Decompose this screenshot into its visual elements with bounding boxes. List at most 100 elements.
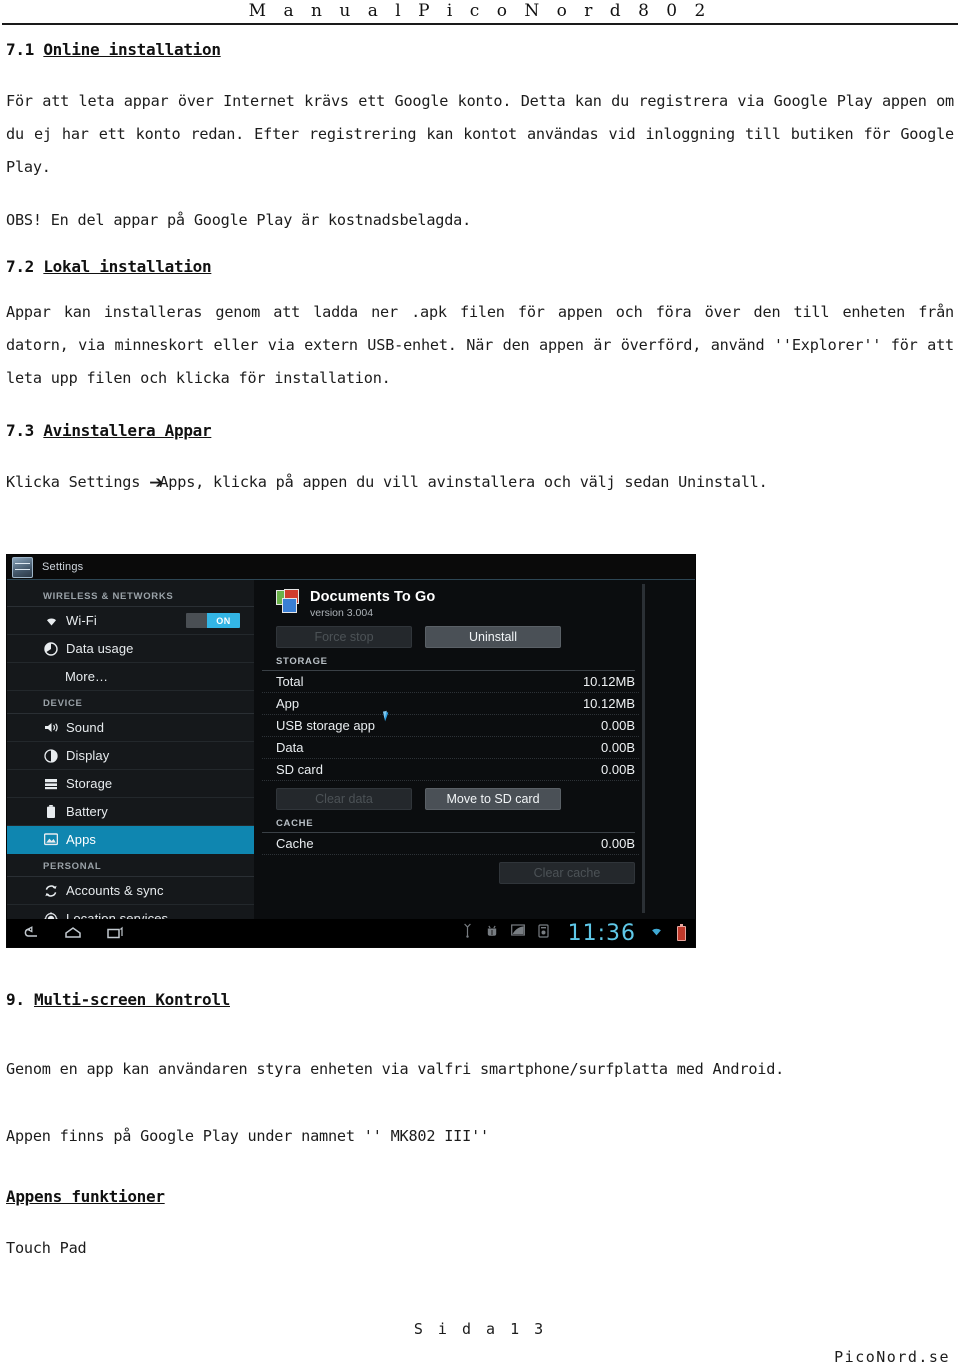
storage-row-total-value: 10.12MB — [582, 674, 635, 689]
sidebar-item-apps[interactable]: Apps — [7, 826, 254, 854]
storage-row-app-value: 10.12MB — [582, 696, 635, 711]
app-detail-pane: Documents To Go version 3.004 Force stop… — [254, 580, 695, 919]
storage-row-usb-key: USB storage app — [276, 718, 376, 733]
android-navigation-bar: 11:36 — [7, 919, 695, 947]
uninstall-button[interactable]: Uninstall — [425, 626, 561, 648]
wifi-status-icon — [649, 924, 664, 942]
settings-sliders-icon — [12, 556, 33, 578]
documents-to-go-icon — [276, 589, 301, 613]
wifi-icon — [43, 615, 59, 627]
storage-row-total-key: Total — [276, 674, 304, 689]
sidebar-item-more-label: More… — [65, 669, 109, 684]
sidebar-item-storage-label: Storage — [66, 776, 113, 791]
heading-9-title: Multi-screen Kontroll — [34, 990, 230, 1009]
storage-section-label: STORAGE — [262, 648, 635, 671]
storage-row-sdcard-value: 0.00B — [601, 762, 635, 777]
sound-icon — [43, 721, 59, 734]
back-icon[interactable] — [21, 925, 41, 941]
sidebar-item-wifi-label: Wi-Fi — [66, 613, 97, 628]
apps-icon — [43, 833, 59, 846]
heading-7-3-title: Avinstallera Appar — [43, 421, 212, 440]
app-version: version 3.004 — [310, 607, 374, 619]
paragraph-9-appname: Appen finns på Google Play under namnet … — [6, 1127, 489, 1145]
storage-row-data-value: 0.00B — [601, 740, 635, 755]
cache-row-value: 0.00B — [601, 836, 635, 851]
storage-row-total: Total 10.12MB — [262, 671, 639, 693]
sidebar-item-battery-label: Battery — [66, 804, 108, 819]
heading-7-1-number: 7.1 — [6, 40, 44, 59]
home-icon[interactable] — [63, 925, 83, 941]
paragraph-7-3-body: Klicka Settings ➔Apps, klicka på appen d… — [6, 466, 954, 499]
sidebar-item-accounts-sync-label: Accounts & sync — [66, 883, 164, 898]
sidebar-item-battery[interactable]: Battery — [7, 798, 254, 826]
usb-icon — [462, 923, 473, 943]
clear-cache-button[interactable]: Clear cache — [499, 862, 635, 884]
sidebar-group-device: DEVICE — [7, 691, 254, 714]
sidebar-item-more[interactable]: More… — [7, 663, 254, 691]
mid-button-row: Clear data Move to SD card — [262, 781, 639, 810]
heading-7-2-number: 7.2 — [6, 257, 44, 276]
paragraph-7-2-body: Appar kan installeras genom att ladda ne… — [6, 303, 954, 387]
cache-row-key: Cache — [276, 836, 314, 851]
storage-icon — [43, 778, 59, 790]
heading-7-2-title: Lokal installation — [43, 257, 212, 276]
sidebar-group-wireless: WIRELESS & NETWORKS — [7, 584, 254, 607]
paragraph-7-1-note: OBS! En del appar på Google Play är kost… — [6, 211, 472, 229]
heading-7-3-number: 7.3 — [6, 421, 44, 440]
toggle-on-label: ON — [207, 613, 240, 628]
wifi-toggle[interactable]: ON — [186, 613, 240, 628]
heading-7-2: 7.2 Lokal installation — [6, 257, 954, 276]
data-usage-icon — [43, 641, 59, 656]
heading-9-number: 9. — [6, 990, 34, 1009]
screenshot-titlebar: Settings — [7, 555, 695, 579]
screenshot-body: WIRELESS & NETWORKS Wi-Fi ON Data usage … — [7, 580, 695, 933]
force-stop-button[interactable]: Force stop — [276, 626, 412, 648]
recent-apps-icon[interactable] — [105, 925, 125, 941]
app-header: Documents To Go version 3.004 — [262, 580, 639, 619]
detail-scrollbar[interactable] — [642, 584, 645, 913]
storage-row-app: App 10.12MB — [262, 693, 639, 715]
screenshot-title-label: Settings — [42, 561, 84, 573]
page-number: S i d a 1 3 — [413, 1320, 547, 1338]
battery-status-icon — [677, 923, 686, 941]
heading-7-1-title: Online installation — [43, 40, 221, 59]
document-body-lower: 9. Multi-screen Kontroll Genom en app ka… — [6, 990, 954, 1265]
display-icon — [43, 748, 59, 763]
sidebar-item-storage[interactable]: Storage — [7, 770, 254, 798]
storage-row-usb-value: 0.00B — [601, 718, 635, 733]
sidebar-item-sound-label: Sound — [66, 720, 105, 735]
status-clock: 11:36 — [567, 920, 636, 946]
sidebar-item-wifi[interactable]: Wi-Fi ON — [7, 607, 254, 635]
settings-sidebar: WIRELESS & NETWORKS Wi-Fi ON Data usage … — [7, 580, 254, 933]
paragraph-7-1-intro: För att leta appar över Internet krävs e… — [6, 92, 954, 176]
sidebar-item-data-usage-label: Data usage — [66, 641, 134, 656]
heading-7-1: 7.1 Online installation — [6, 40, 954, 59]
paragraph-touch-pad: Touch Pad — [6, 1239, 87, 1257]
heading-9: 9. Multi-screen Kontroll — [6, 990, 954, 1009]
storage-row-usb: USB storage app 0.00B — [262, 715, 639, 737]
adb-icon — [486, 923, 498, 943]
sidebar-item-accounts-sync[interactable]: Accounts & sync — [7, 877, 254, 905]
status-icons: 11:36 — [462, 921, 686, 946]
paragraph-9-intro: Genom en app kan användaren styra enhete… — [6, 1060, 785, 1078]
document-body: 7.1 Online installation För att leta app… — [6, 40, 954, 499]
paragraph-7-3-after: Apps, klicka på appen du vill avinstalle… — [159, 473, 768, 491]
storage-row-app-key: App — [276, 696, 300, 711]
sidebar-item-display[interactable]: Display — [7, 742, 254, 770]
sidebar-item-display-label: Display — [66, 748, 110, 763]
top-button-row: Force stop Uninstall — [262, 619, 639, 648]
sidebar-item-data-usage[interactable]: Data usage — [7, 635, 254, 663]
move-to-sd-card-button[interactable]: Move to SD card — [425, 788, 561, 810]
right-arrow-icon: ➔ — [149, 473, 163, 493]
cache-section-label: CACHE — [262, 810, 635, 833]
header-divider — [2, 23, 958, 25]
sidebar-group-personal: PERSONAL — [7, 854, 254, 877]
document-title: M a n u a l P i c o N o r d 8 0 2 — [248, 1, 712, 21]
toggle-knob — [186, 613, 207, 628]
storage-row-sdcard-key: SD card — [276, 762, 323, 777]
clear-data-button[interactable]: Clear data — [276, 788, 412, 810]
sidebar-item-sound[interactable]: Sound — [7, 714, 254, 742]
sync-icon — [43, 884, 59, 898]
sdcard-icon — [537, 923, 549, 943]
cache-row: Cache 0.00B — [262, 833, 639, 855]
